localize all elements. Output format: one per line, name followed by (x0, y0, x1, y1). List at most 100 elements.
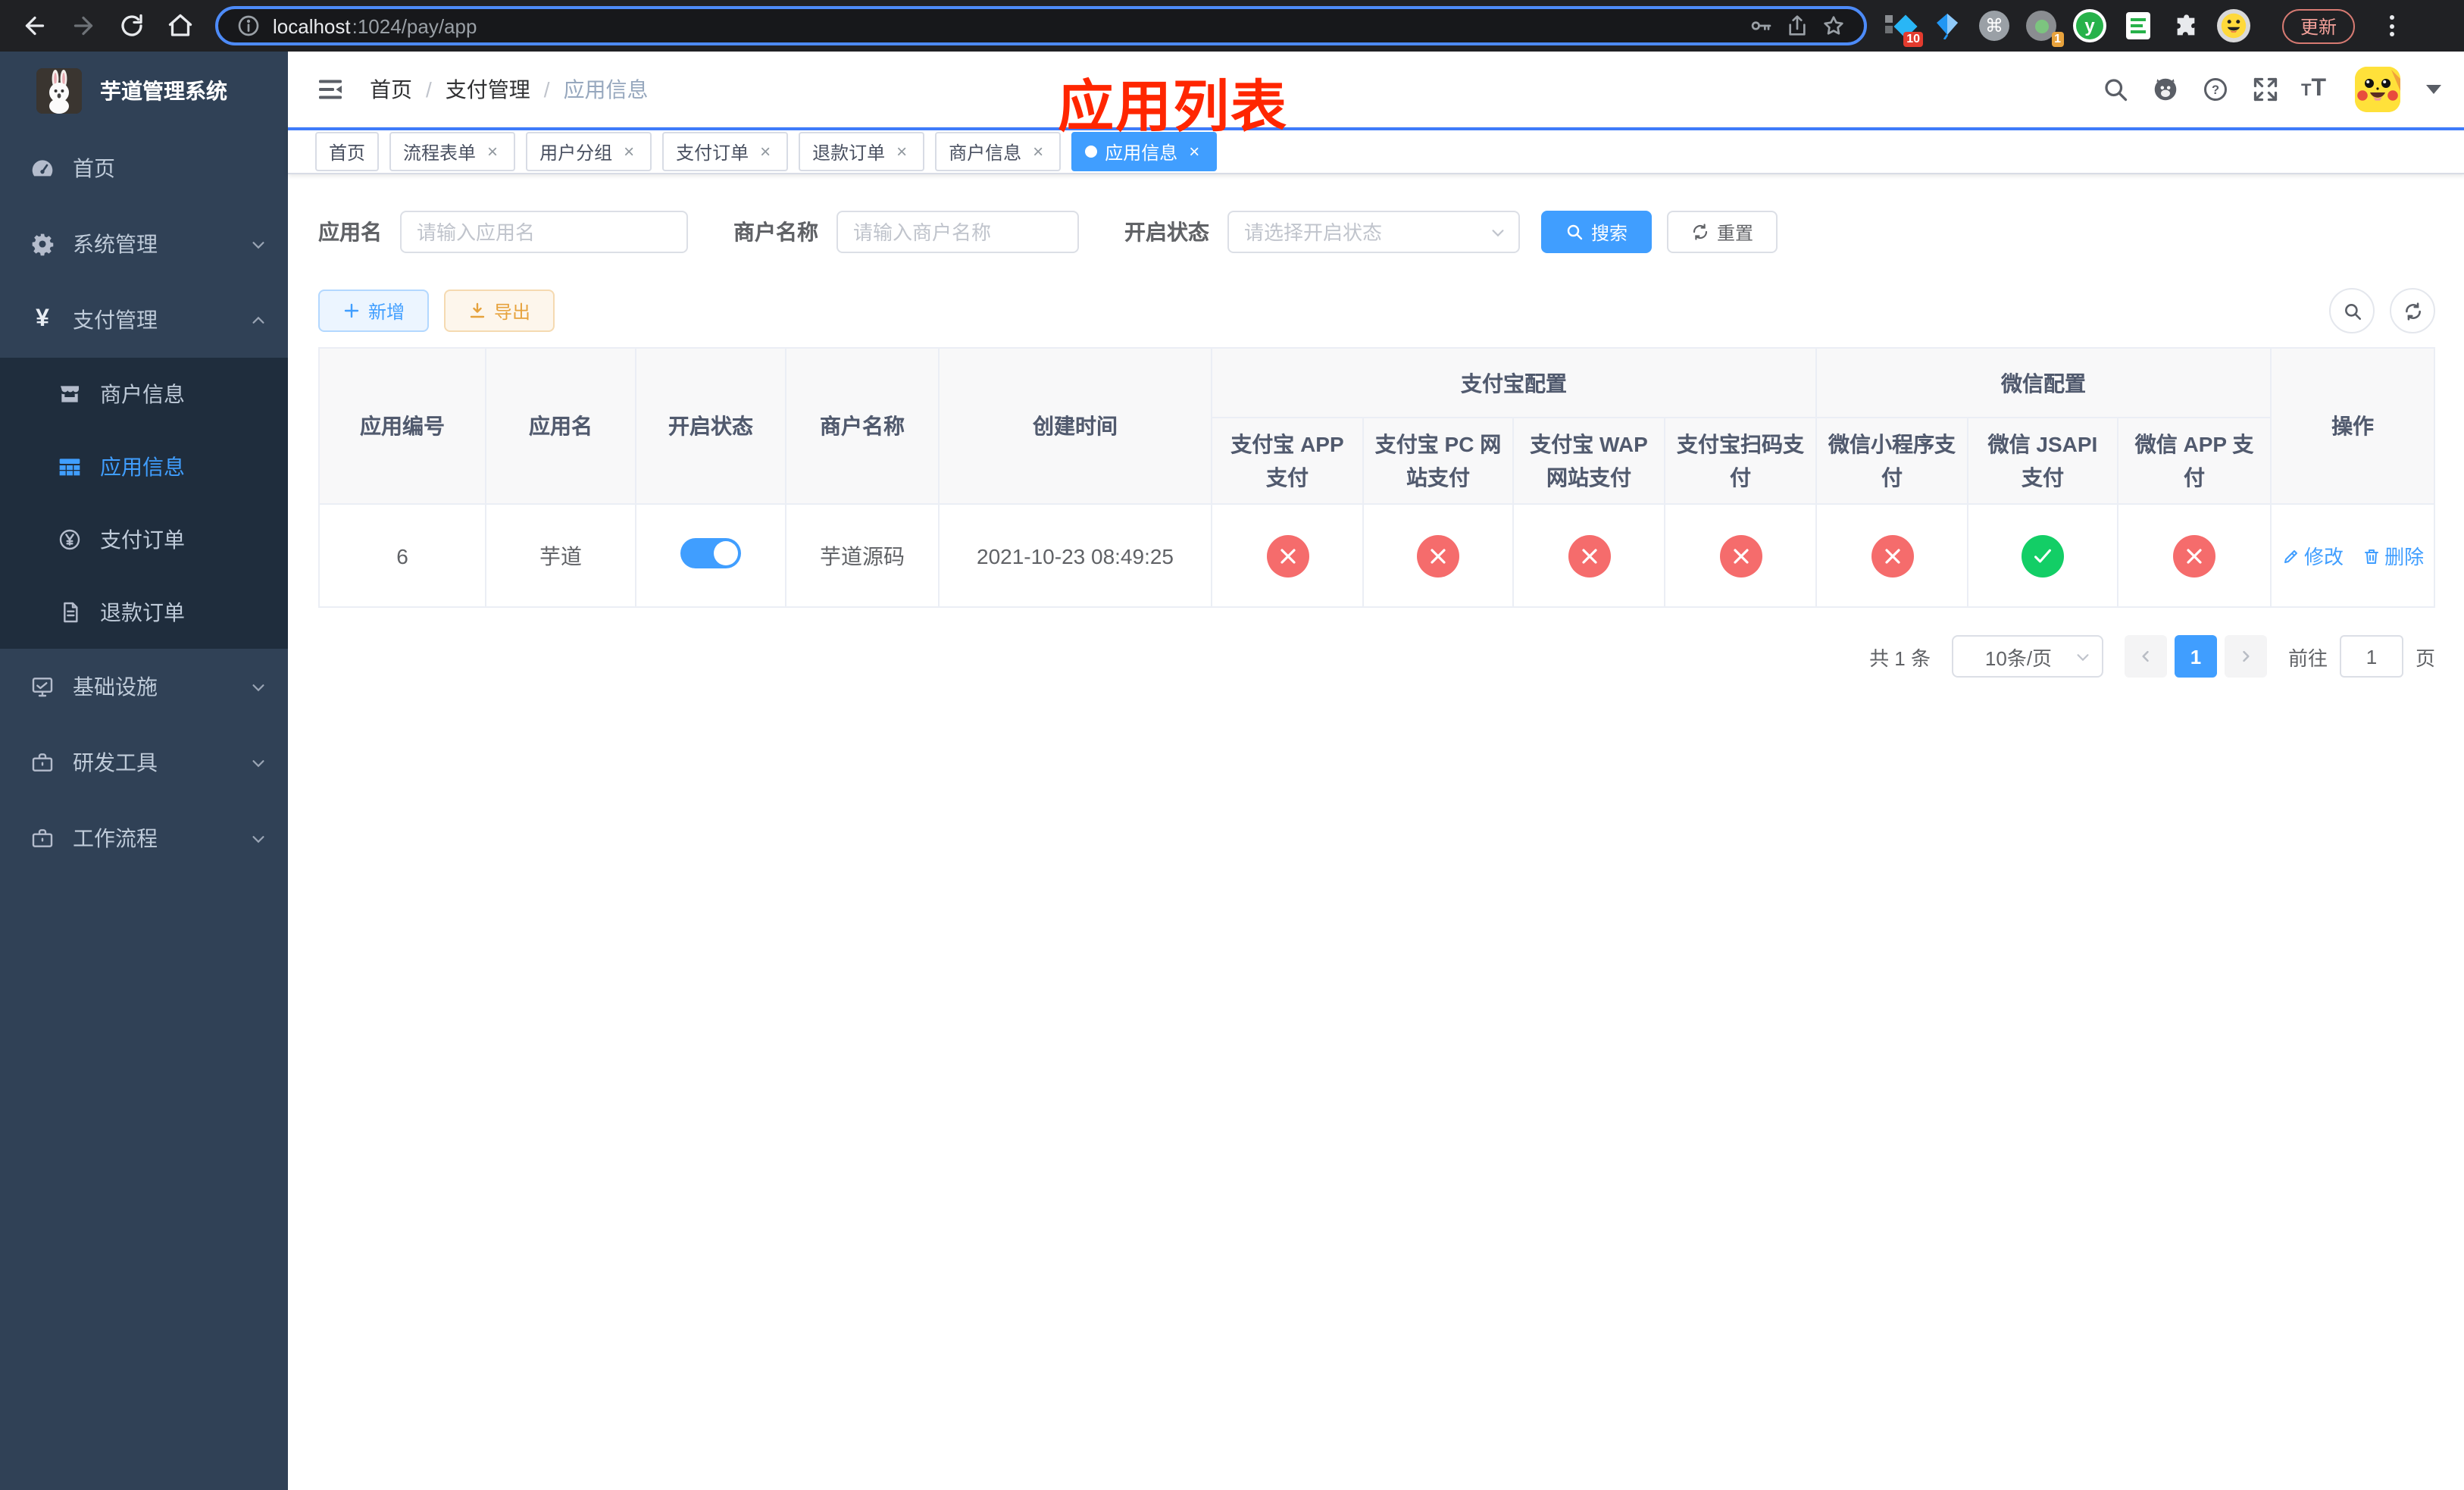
breadcrumb-current: 应用信息 (563, 77, 649, 102)
sidebar-item-dev-tools[interactable]: 研发工具 (0, 725, 288, 800)
sidebar-item-home[interactable]: 首页 (0, 130, 288, 206)
col-group-wechat: 微信配置 (1815, 347, 2272, 418)
col-app-name: 应用名 (485, 347, 636, 505)
avatar[interactable] (2355, 67, 2401, 112)
sidebar-item-pay-order[interactable]: 支付订单 (0, 503, 288, 576)
page-title-annotation: 应用列表 (1058, 76, 1288, 138)
browser-extensions: 10 ⌘ 1 y 更新 (1885, 8, 2400, 47)
browser-nav-buttons (12, 12, 206, 39)
reset-button[interactable]: 重置 (1667, 211, 1778, 253)
chevron-up-icon (250, 311, 267, 328)
yen-circle-icon (58, 527, 82, 552)
fullscreen-icon[interactable] (2251, 76, 2278, 103)
close-icon[interactable]: × (620, 142, 638, 161)
github-icon[interactable] (2151, 76, 2178, 103)
tab-user-group[interactable]: 用户分组 × (526, 132, 652, 171)
table-toolbar: 新增 导出 (318, 288, 2436, 333)
forward-icon[interactable] (70, 12, 97, 39)
page-content: 应用名 商户名称 开启状态 搜索 (288, 174, 2464, 1490)
sidebar-item-app-info[interactable]: 应用信息 (0, 430, 288, 503)
tab-home[interactable]: 首页 (315, 132, 380, 171)
monitor-icon (30, 675, 55, 699)
password-key-icon[interactable] (1749, 14, 1773, 38)
col-group-alipay: 支付宝配置 (1211, 347, 1817, 418)
close-icon[interactable]: × (1029, 142, 1047, 161)
yen-icon: ¥ (36, 306, 49, 332)
status-select[interactable] (1227, 211, 1520, 253)
close-icon[interactable]: × (483, 142, 502, 161)
tab-merchant-info[interactable]: 商户信息 × (935, 132, 1062, 171)
prev-page-button[interactable] (2125, 635, 2167, 678)
sidebar-item-infrastructure[interactable]: 基础设施 (0, 649, 288, 725)
sidebar-item-merchant-info[interactable]: 商户信息 (0, 358, 288, 430)
navbar-actions: ? TT (2101, 67, 2442, 112)
browser-update-button[interactable]: 更新 (2282, 8, 2356, 43)
jump-page-input[interactable] (2340, 635, 2404, 678)
sidebar-item-system[interactable]: 系统管理 (0, 206, 288, 282)
app-name-input[interactable] (400, 211, 688, 253)
extension-camera-icon[interactable]: 1 (2026, 11, 2064, 47)
browser-menu-icon[interactable] (2384, 12, 2400, 39)
font-size-icon[interactable]: TT (2301, 77, 2326, 102)
sidebar-item-workflow[interactable]: 工作流程 (0, 800, 288, 876)
reload-icon[interactable] (118, 12, 145, 39)
app-title: 芋道管理系统 (100, 79, 227, 103)
sidebar-item-refund-order[interactable]: 退款订单 (0, 576, 288, 649)
table-row: 6 芋道 芋道源码 2021-10-23 08:49:25 修改 删除 (318, 503, 2436, 608)
close-icon[interactable]: × (756, 142, 774, 161)
sidebar-collapse-icon[interactable] (315, 74, 346, 105)
chevron-down-icon (2075, 649, 2091, 665)
extension-command-icon[interactable]: ⌘ (1979, 11, 2009, 41)
enabled-toggle[interactable] (680, 538, 741, 568)
url-bar[interactable]: localhost :1024/pay/app (215, 6, 1867, 45)
share-icon[interactable] (1785, 14, 1809, 38)
col-app-id: 应用编号 (318, 347, 486, 505)
url-host: localhost (273, 14, 351, 37)
extension-kite-icon[interactable] (1932, 11, 1962, 41)
breadcrumb-payment[interactable]: 支付管理 (446, 74, 530, 105)
back-icon[interactable] (21, 12, 48, 39)
extension-badge: 1 (2051, 32, 2064, 47)
chevron-down-icon (250, 754, 267, 771)
chevron-down-icon (250, 236, 267, 252)
search-icon[interactable] (2101, 76, 2128, 103)
next-page-button[interactable] (2225, 635, 2267, 678)
bookmark-star-icon[interactable] (1821, 14, 1846, 38)
tab-process-form[interactable]: 流程表单 × (389, 132, 516, 171)
col-wechat-app: 微信 APP 支付 (2116, 417, 2272, 505)
merchant-name-input[interactable] (836, 211, 1079, 253)
close-icon[interactable]: × (1185, 142, 1203, 161)
status-alipay-app (1266, 534, 1309, 577)
refresh-button[interactable] (2390, 288, 2436, 333)
delete-link[interactable]: 删除 (2362, 541, 2424, 570)
add-button[interactable]: 新增 (318, 290, 430, 332)
search-button[interactable]: 搜索 (1541, 211, 1653, 253)
breadcrumb-home[interactable]: 首页 (370, 74, 412, 105)
breadcrumb: 首页 / 支付管理 / 应用信息 (370, 74, 649, 105)
close-icon[interactable]: × (893, 142, 911, 161)
current-page[interactable]: 1 (2175, 635, 2217, 678)
svg-text:?: ? (2211, 83, 2219, 97)
sidebar-item-payment[interactable]: ¥ 支付管理 (0, 282, 288, 358)
col-status: 开启状态 (635, 347, 786, 505)
cell-app-id: 6 (318, 503, 486, 608)
caret-down-icon[interactable] (2426, 85, 2442, 94)
tab-refund-order[interactable]: 退款订单 × (799, 132, 925, 171)
extension-y-icon[interactable]: y (2073, 9, 2106, 42)
extension-emoji-icon[interactable] (2217, 9, 2250, 42)
toggle-search-button[interactable] (2329, 288, 2375, 333)
col-wechat-jsapi: 微信 JSAPI 支付 (1967, 417, 2118, 505)
home-icon[interactable] (167, 12, 194, 39)
extensions-puzzle-icon[interactable] (2170, 11, 2200, 41)
chevron-down-icon (250, 830, 267, 847)
tab-pay-order[interactable]: 支付订单 × (662, 132, 789, 171)
extension-notes-icon[interactable] (2123, 11, 2153, 41)
site-info-icon[interactable] (236, 14, 261, 38)
help-icon[interactable]: ? (2201, 76, 2228, 103)
edit-link[interactable]: 修改 (2281, 541, 2344, 570)
extension-sketch-icon[interactable]: 10 (1885, 11, 1923, 47)
export-button[interactable]: 导出 (444, 290, 555, 332)
gear-icon (30, 232, 55, 256)
status-alipay-qr (1719, 534, 1762, 577)
tags-view-bar: 首页 流程表单 × 用户分组 × 支付订单 × 退款订单 × 商户信息 × 应用信息 × (288, 127, 2464, 174)
